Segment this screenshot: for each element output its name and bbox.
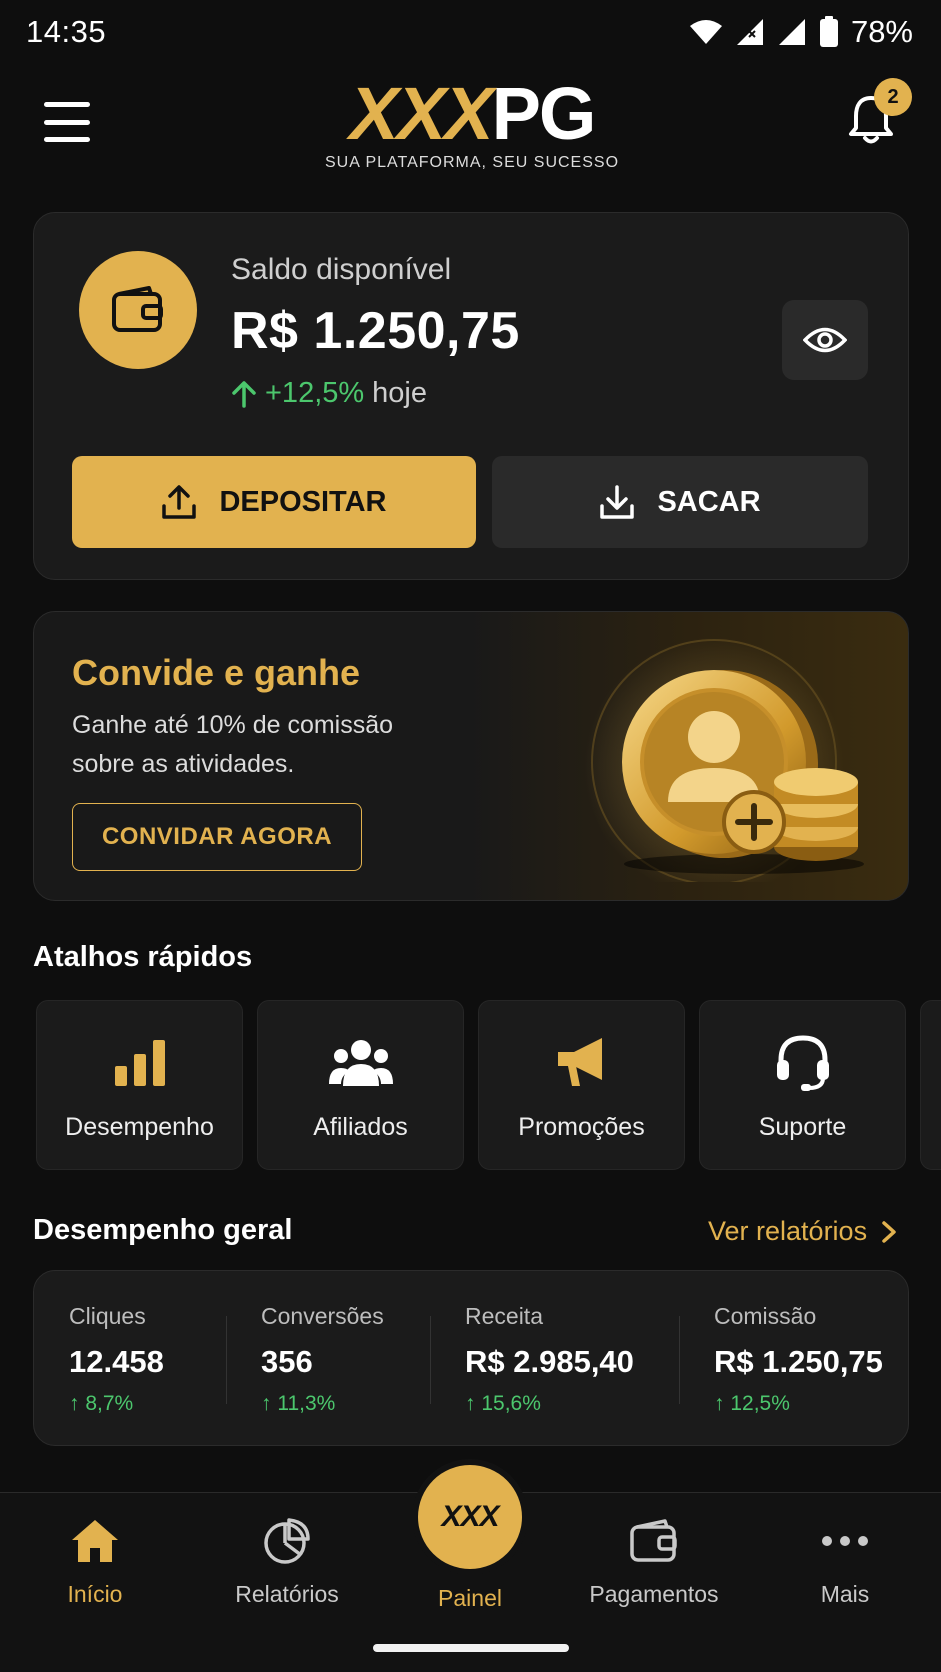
see-reports-label: Ver relatórios [708,1216,868,1246]
metric-value: 12.458 [69,1344,164,1379]
shortcut-label: Afiliados [313,1113,408,1141]
metric-divider [679,1316,680,1404]
battery-percent: 78% [850,14,913,49]
shortcut-partial[interactable] [920,1000,941,1170]
bar-chart-icon [114,1040,165,1086]
status-time: 14:35 [26,14,107,49]
deposit-label: DEPOSITAR [219,485,387,518]
balance-label: Saldo disponível [231,253,452,286]
metric-change: ↑ 15,6% [465,1392,541,1415]
metric-revenue: Receita R$ 2.985,40 ↑ 15,6% [465,1303,634,1416]
toggle-visibility-button[interactable] [782,300,868,380]
home-icon [72,1520,118,1562]
metric-label: Cliques [69,1303,146,1329]
nav-payments[interactable]: Pagamentos [574,1513,734,1608]
chevron-right-icon [882,1220,896,1243]
logo-mark: XXXPG [322,76,622,152]
shortcut-label: Promoções [518,1113,645,1141]
balance-card: Saldo disponível R$ 1.250,75 +12,5% hoje… [33,212,909,580]
menu-button[interactable] [44,102,90,142]
pie-chart-icon [264,1518,310,1564]
metric-clicks: Cliques 12.458 ↑ 8,7% [69,1303,164,1416]
performance-title: Desempenho geral [33,1214,293,1246]
download-icon [600,485,635,519]
nav-panel-label[interactable]: Painel [390,1585,550,1612]
see-reports-link[interactable]: Ver relatórios [708,1216,897,1247]
balance-change: +12,5% hoje [231,377,427,410]
metric-value: 356 [261,1344,313,1379]
users-icon [328,1040,393,1086]
nav-panel-button[interactable]: XXX [418,1465,522,1569]
metric-value: R$ 2.985,40 [465,1344,634,1379]
shortcut-affiliates[interactable]: Afiliados [257,1000,464,1170]
metric-label: Receita [465,1303,543,1329]
menu-line [44,119,90,125]
nav-label: Mais [820,1581,870,1607]
status-bar: 14:35 78% [0,0,941,64]
nav-label: Início [67,1581,123,1607]
nav-more[interactable]: Mais [765,1513,925,1608]
withdraw-button[interactable]: SACAR [492,456,868,548]
metric-divider [430,1316,431,1404]
signal-icon-2 [778,19,805,45]
app-header: XXXPG SUA PLATAFORMA, SEU SUCESSO 2 [0,70,941,180]
metric-conversions: Conversões 356 ↑ 11,3% [261,1303,384,1416]
metric-value: R$ 1.250,75 [714,1344,883,1379]
invite-banner: Convide e ganhe Ganhe até 10% de comissã… [33,611,909,901]
nav-reports[interactable]: Relatórios [207,1513,367,1608]
arrow-up-icon [232,380,256,408]
menu-line [44,102,90,107]
wifi-icon [689,20,722,44]
balance-change-period: hoje [372,377,427,409]
performance-card: Cliques 12.458 ↑ 8,7% Conversões 356 ↑ 1… [33,1270,909,1446]
home-indicator[interactable] [373,1644,569,1652]
metric-label: Comissão [714,1303,817,1329]
invite-now-button[interactable]: CONVIDAR AGORA [72,803,362,871]
metric-commission: Comissão R$ 1.250,75 ↑ 12,5% [714,1303,883,1416]
metric-change: ↑ 11,3% [261,1392,336,1415]
invite-coin-illustration [584,637,864,882]
battery-icon [819,16,838,47]
logo-white-text: PG [491,72,597,155]
balance-value: R$ 1.250,75 [231,302,520,360]
metric-change: ↑ 8,7% [69,1392,134,1415]
megaphone-icon [557,1038,602,1086]
nav-label: Relatórios [235,1581,339,1607]
shortcut-promotions[interactable]: Promoções [478,1000,685,1170]
metric-change: ↑ 12,5% [714,1392,790,1415]
notification-badge: 2 [874,78,912,116]
invite-description: Ganhe até 10% de comissão sobre as ativi… [72,711,394,778]
wallet-icon [112,286,163,332]
wallet-icon [630,1519,677,1562]
upload-icon [162,485,197,519]
status-icons: 78% [689,14,913,50]
withdraw-label: SACAR [657,485,761,518]
shortcut-support[interactable]: Suporte [699,1000,906,1170]
shortcut-label: Suporte [758,1113,847,1141]
shortcuts-title: Atalhos rápidos [33,941,253,973]
shortcut-label: Desempenho [65,1113,214,1141]
signal-icon [736,19,763,45]
deposit-button[interactable]: DEPOSITAR [72,456,476,548]
metric-divider [226,1316,227,1404]
wallet-badge [79,251,197,369]
nav-label: Pagamentos [589,1581,719,1607]
coin-stack [774,768,858,861]
eye-icon [803,327,847,353]
metric-label: Conversões [261,1303,384,1329]
logo-gold-text: XXX [349,72,494,155]
menu-line [44,137,90,142]
shortcut-performance[interactable]: Desempenho [36,1000,243,1170]
shortcuts-row: Desempenho Afiliados Promoções Suporte [36,1000,941,1172]
balance-change-percent: +12,5% [265,377,365,409]
more-dots-icon [822,1536,868,1546]
invite-title: Convide e ganhe [72,652,361,693]
headset-icon [776,1035,829,1091]
nav-home[interactable]: Início [15,1513,175,1608]
logo-tagline: SUA PLATAFORMA, SEU SUCESSO [324,154,620,171]
brand-logo: XXXPG SUA PLATAFORMA, SEU SUCESSO [322,76,622,172]
